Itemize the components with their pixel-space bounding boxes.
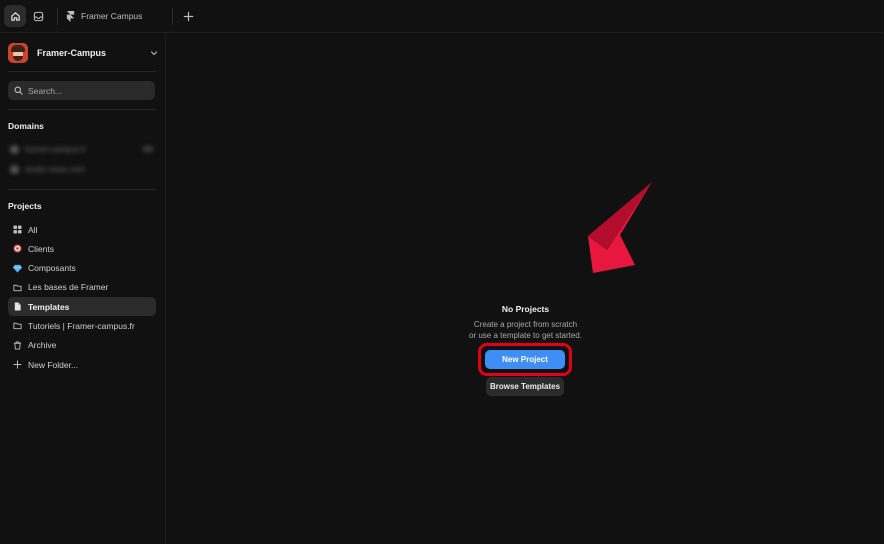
workspace-switcher[interactable]: Framer-Campus: [8, 42, 158, 64]
sidebar-item-label: Clients: [28, 243, 54, 254]
sidebar-item-new-folder[interactable]: New Folder...: [8, 355, 156, 374]
projects-nav: All Clients Composants Les bases de Fram…: [8, 220, 156, 374]
avatar: [8, 43, 28, 63]
sidebar-item-label: All: [28, 224, 38, 235]
sidebar-item-all[interactable]: All: [8, 220, 156, 239]
folder-icon: [13, 321, 22, 330]
new-tab-button[interactable]: [178, 5, 198, 27]
empty-desc-line: or use a template to get started.: [469, 331, 582, 340]
domain-label: framer-campus.fr: [25, 144, 86, 154]
top-bar: Framer Campus: [0, 0, 884, 33]
sidebar-item-label: Composants: [28, 263, 76, 274]
plus-icon: [183, 11, 193, 21]
main-content: No Projects Create a project from scratc…: [167, 33, 884, 544]
sidebar-item-les-bases-de-framer[interactable]: Les bases de Framer: [8, 278, 156, 297]
search-box[interactable]: [8, 81, 155, 100]
browse-templates-button[interactable]: Browse Templates: [486, 377, 564, 396]
grid-icon: [13, 225, 22, 234]
new-project-button[interactable]: New Project: [485, 350, 565, 369]
tab-framer-campus[interactable]: Framer Campus: [66, 6, 142, 26]
sidebar-item-label: Archive: [28, 340, 57, 351]
inbox-icon: [33, 11, 43, 21]
topbar-separator: [57, 8, 58, 25]
plus-icon: [13, 360, 22, 369]
empty-state-description: Create a project from scratch or use a t…: [167, 319, 884, 341]
inbox-button[interactable]: [27, 5, 49, 27]
sidebar-item-label: New Folder...: [28, 359, 79, 370]
search-icon: [14, 86, 23, 95]
divider: [8, 189, 156, 190]
home-icon: [10, 11, 20, 21]
search-input[interactable]: [28, 85, 148, 96]
domain-label: studio-news.com: [25, 164, 86, 174]
file-icon: [13, 302, 22, 311]
gem-emoji-icon: [13, 264, 22, 273]
globe-icon: [10, 144, 19, 154]
sidebar-item-archive[interactable]: Archive: [8, 336, 156, 355]
empty-desc-line: Create a project from scratch: [473, 320, 578, 329]
domain-item[interactable]: studio-news.com: [10, 163, 153, 175]
folder-icon: [13, 283, 22, 292]
empty-state-title: No Projects: [501, 304, 550, 314]
framer-logo-icon: [66, 10, 75, 22]
sidebar: Framer-Campus Domains framer-campus.fr s…: [0, 33, 166, 544]
annotation-arrow-icon: [588, 182, 652, 273]
chevron-down-icon: [150, 51, 158, 56]
trash-icon: [13, 341, 22, 350]
domains-title: Domains: [8, 121, 44, 131]
sidebar-item-tutoriels[interactable]: Tutoriels | Framer-campus.fr: [8, 316, 156, 335]
globe-icon: [10, 164, 19, 174]
sidebar-item-templates[interactable]: Templates: [8, 297, 156, 317]
domain-item[interactable]: framer-campus.fr: [10, 143, 153, 155]
sidebar-item-clients[interactable]: Clients: [8, 239, 156, 258]
projects-title: Projects: [8, 201, 42, 211]
workspace-name: Framer-Campus: [37, 48, 107, 58]
tab-label: Framer Campus: [81, 11, 143, 21]
home-button[interactable]: [4, 5, 26, 27]
sidebar-item-label: Templates: [28, 301, 70, 312]
sidebar-item-composants[interactable]: Composants: [8, 259, 156, 278]
sidebar-item-label: Les bases de Framer: [28, 282, 109, 293]
topbar-separator: [172, 8, 173, 25]
target-emoji-icon: [13, 244, 22, 253]
sidebar-item-label: Tutoriels | Framer-campus.fr: [28, 320, 135, 331]
divider: [8, 109, 156, 110]
divider: [8, 71, 156, 72]
